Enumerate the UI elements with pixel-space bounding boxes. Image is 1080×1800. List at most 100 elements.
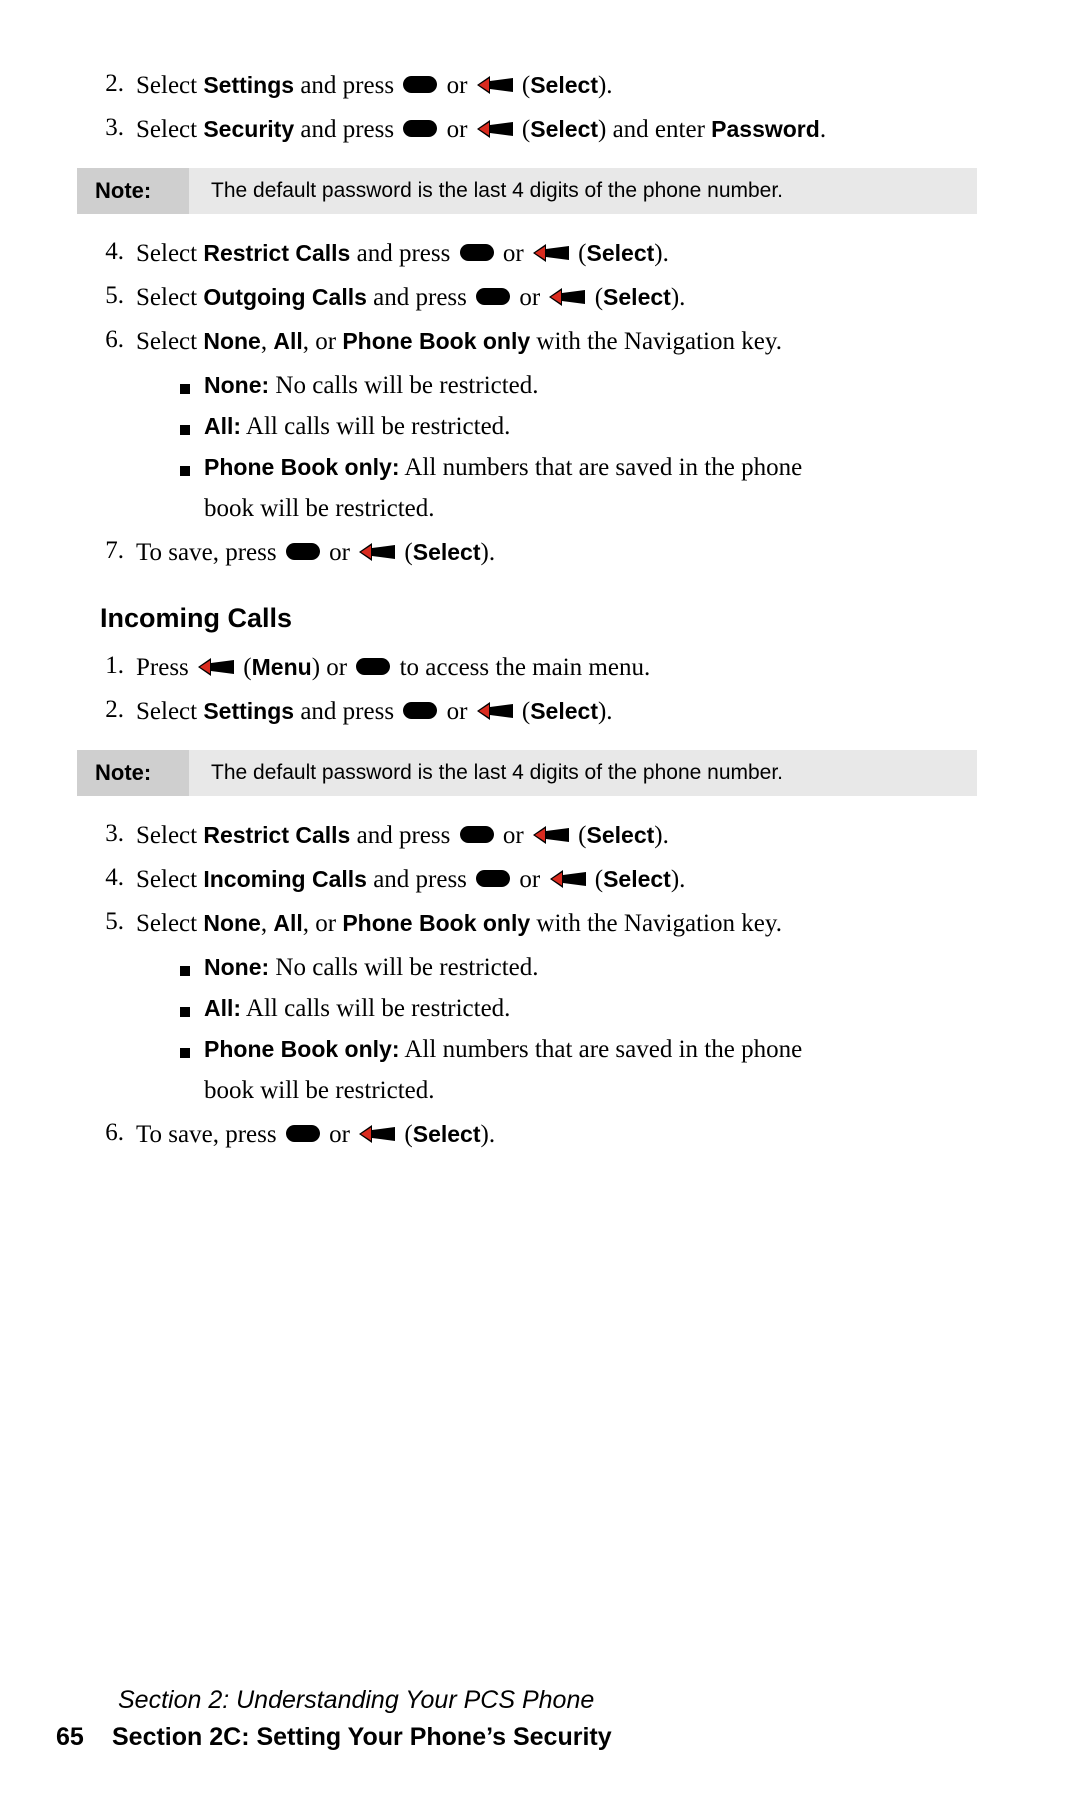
- bullet-square-icon: [180, 966, 190, 976]
- step-text-seg: To save, press: [136, 539, 283, 566]
- step-number: 6.: [105, 326, 124, 353]
- step-row: 4. Select Incoming Calls and press or (S…: [88, 864, 1000, 896]
- bullet-term: None:: [204, 372, 270, 398]
- bullet-text: Phone Book only: All numbers that are sa…: [204, 452, 1000, 484]
- bullet-square-icon: [180, 425, 190, 435]
- page-content: 2. Select Settings and press or (Select)…: [77, 70, 1000, 1163]
- step-text-seg: Select: [136, 72, 204, 99]
- note-text: The default password is the last 4 digit…: [211, 761, 784, 784]
- ok-key-icon: [403, 702, 438, 719]
- step-text-seg: ).: [654, 240, 669, 267]
- step-text-seg: ).: [480, 539, 496, 566]
- left-arrow-softkey-icon: [359, 1124, 396, 1144]
- bullet-desc: All calls will be restricted.: [241, 413, 511, 440]
- step-text-seg: or: [496, 822, 530, 849]
- option-phone-book-only: Phone Book only: [342, 910, 531, 936]
- step-text: Select Settings and press or (Select).: [136, 70, 1000, 102]
- step-text-seg: Select: [136, 698, 204, 725]
- note-label: Note:: [77, 750, 189, 796]
- step-text-seg: ).: [480, 1121, 496, 1148]
- step-text-seg: ).: [597, 698, 613, 725]
- step-text-seg: Select: [136, 284, 204, 311]
- ok-key-icon: [476, 288, 511, 305]
- step-text-seg: with the Navigation key.: [530, 910, 782, 937]
- bullet-desc: All numbers that are saved in the phone: [399, 1036, 803, 1063]
- bullet-square-icon: [180, 1048, 190, 1058]
- step-text: Press (Menu) or to access the main menu.: [136, 652, 1000, 684]
- bullet-square-icon: [180, 384, 190, 394]
- left-arrow-softkey-icon: [476, 75, 513, 95]
- step-row: 5. Select None, All, or Phone Book only …: [88, 908, 1000, 940]
- step-text-seg: or: [440, 698, 474, 725]
- ok-key-icon: [285, 1125, 320, 1142]
- softkey-label-select: Select: [530, 698, 598, 724]
- step-text-seg: (: [237, 654, 252, 681]
- step-text: Select Outgoing Calls and press or (Sele…: [136, 282, 1000, 314]
- menu-item-outgoing-calls: Outgoing Calls: [203, 284, 367, 310]
- step-text-seg: , or: [302, 328, 343, 355]
- left-arrow-softkey-icon: [532, 825, 569, 845]
- step-text-seg: Select: [136, 240, 204, 267]
- step-text-seg: To save, press: [136, 1121, 283, 1148]
- ok-key-icon: [285, 543, 320, 560]
- step-text: Select Incoming Calls and press or (Sele…: [136, 864, 1000, 896]
- step-number: 3.: [105, 820, 124, 847]
- list-item: None: No calls will be restricted.: [88, 952, 1000, 984]
- footer-title-row: 65 Section 2C: Setting Your Phone’s Secu…: [56, 1723, 1018, 1752]
- step-text-seg: (: [515, 698, 531, 725]
- step-number: 2.: [105, 696, 124, 723]
- step-number: 3.: [105, 114, 124, 141]
- step-text-seg: ,: [260, 328, 274, 355]
- step-text-seg: ) and enter: [598, 116, 712, 143]
- bullet-text: None: No calls will be restricted.: [204, 370, 1000, 402]
- note-callout: Note: The default password is the last 4…: [77, 168, 977, 214]
- ok-key-icon: [403, 76, 438, 93]
- bullet-desc: No calls will be restricted.: [269, 372, 539, 399]
- step-text: Select Settings and press or (Select).: [136, 696, 1000, 728]
- step-number: 2.: [105, 70, 124, 97]
- step-number: 5.: [105, 908, 124, 935]
- softkey-label-select: Select: [530, 72, 598, 98]
- step-row: 7. To save, press or (Select).: [88, 537, 1000, 569]
- step-text-seg: or: [322, 1121, 357, 1148]
- bullet-desc: All calls will be restricted.: [241, 995, 511, 1022]
- step-text-seg: or: [440, 72, 474, 99]
- step-text: Select Restrict Calls and press or (Sele…: [136, 238, 1000, 270]
- softkey-label-select: Select: [412, 539, 481, 565]
- list-item: All: All calls will be restricted.: [88, 411, 1000, 443]
- bullet-continuation: book will be restricted.: [204, 495, 435, 522]
- step-text-seg: Press: [136, 654, 196, 681]
- list-item: Phone Book only: All numbers that are sa…: [88, 452, 1000, 484]
- document-page: 2. Select Settings and press or (Select)…: [0, 0, 1080, 1800]
- left-arrow-softkey-icon: [549, 869, 586, 889]
- step-row: 4. Select Restrict Calls and press or (S…: [88, 238, 1000, 270]
- step-text-seg: with the Navigation key.: [530, 328, 782, 355]
- menu-item-restrict-calls: Restrict Calls: [203, 822, 351, 848]
- ok-key-icon: [459, 826, 494, 843]
- step-text-seg: ) or: [311, 654, 354, 681]
- step-text-seg: (: [571, 822, 587, 849]
- step-number: 1.: [105, 652, 124, 679]
- option-none: None: [203, 910, 261, 936]
- step-text-seg: Select: [136, 116, 204, 143]
- bullet-text: None: No calls will be restricted.: [204, 952, 1000, 984]
- page-footer: Section 2: Understanding Your PCS Phone …: [56, 1686, 1018, 1752]
- step-text-seg: or: [440, 116, 474, 143]
- list-item: All: All calls will be restricted.: [88, 993, 1000, 1025]
- left-arrow-softkey-icon: [476, 119, 513, 139]
- step-row: 3. Select Restrict Calls and press or (S…: [88, 820, 1000, 852]
- softkey-label-select: Select: [412, 1121, 481, 1147]
- bullet-continuation: book will be restricted.: [204, 1077, 435, 1104]
- bullet-square-icon: [180, 1007, 190, 1017]
- page-number: 65: [56, 1723, 84, 1751]
- step-text-seg: ).: [670, 866, 686, 893]
- step-row: 3. Select Security and press or (Select)…: [88, 114, 1000, 146]
- step-text-seg: (: [515, 72, 531, 99]
- menu-item-incoming-calls: Incoming Calls: [203, 866, 367, 892]
- step-text-seg: or: [513, 866, 547, 893]
- step-text-seg: ).: [670, 284, 686, 311]
- step-text-seg: and press: [366, 284, 474, 311]
- softkey-label-select: Select: [603, 284, 671, 310]
- step-text-seg: ).: [597, 72, 613, 99]
- step-text-seg: Select: [136, 910, 204, 937]
